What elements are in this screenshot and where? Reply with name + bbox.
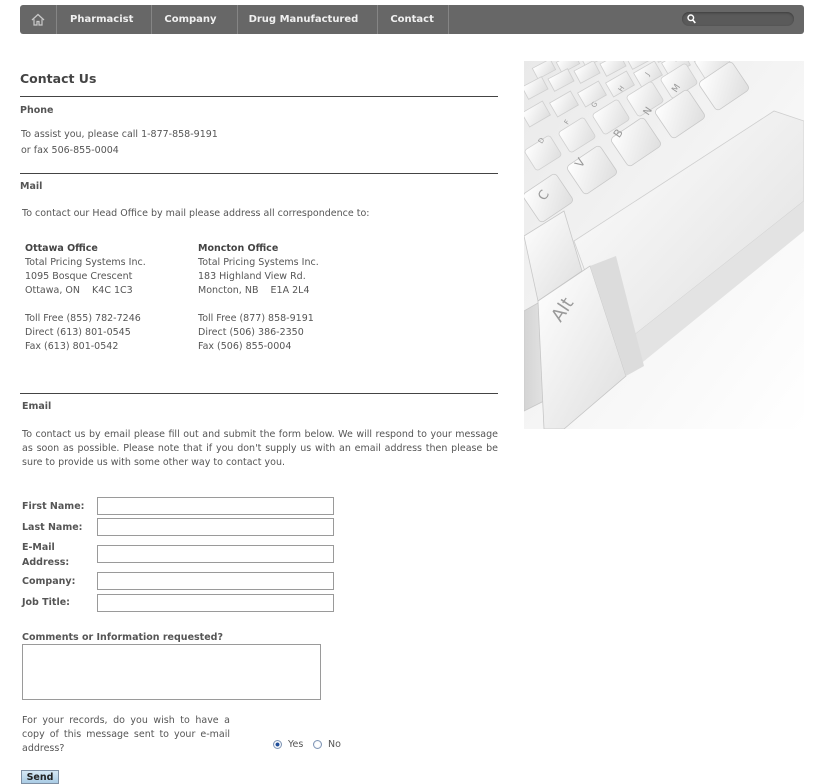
search-input[interactable]	[698, 12, 788, 26]
first-name-input[interactable]	[97, 497, 334, 515]
moncton-office-block: Moncton Office Total Pricing Systems Inc…	[198, 242, 319, 354]
office-city: Ottawa, ON K4C 1C3	[25, 285, 133, 296]
no-label: No	[328, 739, 341, 750]
yes-label: Yes	[288, 739, 304, 750]
nav-item-company[interactable]: Company	[152, 5, 238, 34]
home-button[interactable]	[20, 5, 57, 34]
nav-item-contact[interactable]: Contact	[378, 5, 449, 34]
keyboard-hero-image: Alt C V B N M D F G H J K	[524, 61, 804, 429]
first-name-label: First Name:	[22, 501, 85, 512]
office-fax: Fax (506) 855-0004	[198, 341, 292, 352]
job-title-input[interactable]	[97, 594, 334, 612]
last-name-input[interactable]	[97, 518, 334, 536]
office-direct: Direct (613) 801-0545	[25, 327, 131, 338]
no-radio[interactable]	[313, 740, 322, 749]
office-street: 183 Highland View Rd.	[198, 271, 306, 282]
ottawa-office-block: Ottawa Office Total Pricing Systems Inc.…	[25, 242, 146, 354]
office-tollfree: Toll Free (855) 782-7246	[25, 313, 141, 324]
office-name: Ottawa Office	[25, 243, 98, 254]
nav-item-pharmacist[interactable]: Pharmacist	[57, 5, 153, 34]
comments-textarea[interactable]	[22, 644, 321, 700]
mail-intro: To contact our Head Office by mail pleas…	[22, 208, 370, 219]
office-tollfree: Toll Free (877) 858-9191	[198, 313, 314, 324]
comments-label: Comments or Information requested?	[22, 632, 223, 643]
home-icon	[31, 13, 45, 26]
office-street: 1095 Bosque Crescent	[25, 271, 133, 282]
job-title-label: Job Title:	[22, 597, 70, 608]
office-fax: Fax (613) 801-0542	[25, 341, 119, 352]
company-input[interactable]	[97, 572, 334, 590]
email-label: E-Mail Address:	[22, 540, 69, 570]
divider	[20, 96, 498, 97]
email-heading: Email	[22, 401, 52, 412]
last-name-label: Last Name:	[22, 522, 83, 533]
send-button[interactable]: Send	[21, 770, 59, 784]
phone-heading: Phone	[20, 105, 54, 116]
phone-line-2: or fax 506-855-0004	[21, 145, 119, 156]
office-name: Moncton Office	[198, 243, 279, 254]
office-city: Moncton, NB E1A 2L4	[198, 285, 310, 296]
divider	[20, 173, 498, 174]
office-company: Total Pricing Systems Inc.	[198, 257, 319, 268]
page-title: Contact Us	[20, 71, 97, 86]
yes-radio[interactable]	[273, 740, 282, 749]
nav-item-drug-manufactured[interactable]: Drug Manufactured	[238, 5, 379, 34]
search-box[interactable]	[682, 12, 794, 26]
email-input[interactable]	[97, 545, 334, 563]
company-label: Company:	[22, 576, 76, 587]
office-direct: Direct (506) 386-2350	[198, 327, 304, 338]
search-icon	[687, 14, 696, 24]
office-company: Total Pricing Systems Inc.	[25, 257, 146, 268]
email-label-line-1: E-Mail	[22, 542, 55, 553]
email-intro: To contact us by email please fill out a…	[22, 429, 498, 468]
mail-heading: Mail	[20, 181, 43, 192]
copy-question: For your records, do you wish to have a …	[22, 715, 230, 754]
email-label-line-2: Address:	[22, 557, 70, 568]
divider	[20, 393, 498, 394]
phone-line-1: To assist you, please call 1-877-858-919…	[21, 129, 218, 140]
